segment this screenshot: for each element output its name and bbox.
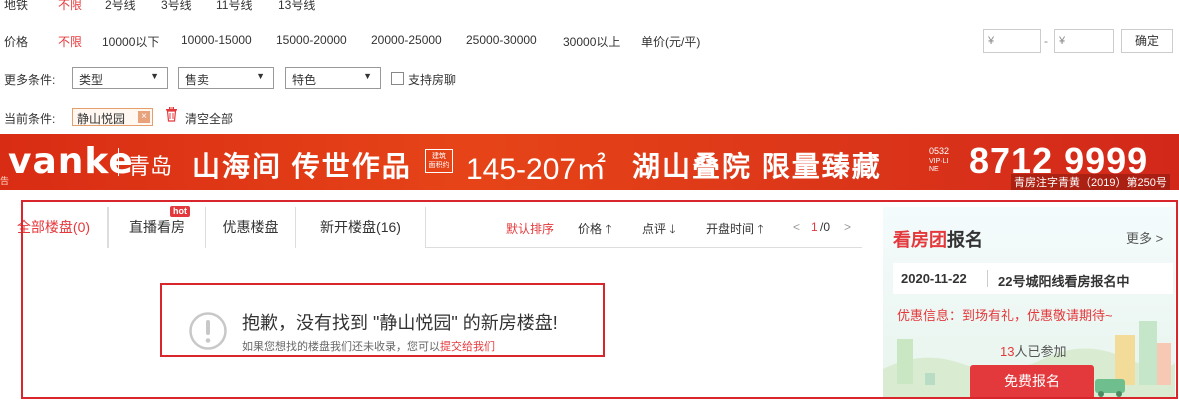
submit-to-us-link[interactable]: 提交给我们 [440,341,495,353]
viewing-group-title-red: 看房团 [893,230,947,250]
sale-status-select[interactable]: 售卖 ▼ [178,67,274,89]
banner-slogan: 湖山叠院 限量臻藏 [632,151,882,182]
close-icon[interactable]: × [138,111,150,123]
joined-count-number: 13 [1000,344,1015,359]
banner-hotline-code: 0532 [929,146,950,156]
current-conditions-label: 当前条件: [4,112,56,126]
subway-option-line13[interactable]: 13号线 [278,0,315,13]
feature-select[interactable]: 特色 ▼ [285,67,381,89]
viewing-group-more-link[interactable]: 更多 > [1126,228,1163,247]
exclamation-circle-icon [188,311,228,354]
subway-option-line2[interactable]: 2号线 [105,0,136,13]
banner-area: 145-207㎡ [466,153,607,186]
price-range-dash: - [1044,34,1048,48]
chevron-down-icon: ▼ [256,71,265,81]
vanke-logo: vanke [8,141,134,182]
empty-result-hint: 如果您想找的楼盘我们还未收录，您可以提交给我们 [242,338,495,354]
condition-tag: 静山悦园 × [72,108,153,126]
price-min-input[interactable]: ¥ [983,29,1041,53]
viewing-group-item[interactable]: 2020-11-22 22号城阳线看房报名中 [893,263,1173,294]
viewing-group-panel: 看房团报名 更多 > 2020-11-22 22号城阳线看房报名中 优惠信息：到… [883,207,1175,397]
chevron-down-icon: ▼ [363,71,372,81]
free-signup-button[interactable]: 免费报名 [970,365,1094,397]
price-option-under-10000[interactable]: 10000以下 [102,33,159,50]
price-option-15000-20000[interactable]: 15000-20000 [276,33,347,47]
trash-icon[interactable] [165,106,178,125]
banner-permit: 青房注字青黄（2019）第250号 [1011,174,1170,190]
empty-result-title: 抱歉，没有找到 "静山悦园" 的新房楼盘! [242,313,558,333]
more-conditions-label: 更多条件: [4,73,56,87]
viewing-group-title: 看房团报名 [893,226,983,252]
viewing-group-title-black: 报名 [947,230,983,250]
chat-support-checkbox[interactable] [391,72,404,85]
viewing-group-divider [987,270,988,287]
price-option-25000-30000[interactable]: 25000-30000 [466,33,537,47]
banner-headline: 山海间 传世作品 [192,151,412,182]
subway-option-line11[interactable]: 11号线 [216,0,252,13]
subway-option-line3[interactable]: 3号线 [161,0,192,13]
chat-support-label: 支持房聊 [408,73,457,87]
price-unit-label: 单价(元/平) [641,35,701,49]
banner-area-badge: 建筑 面积约 [425,149,453,173]
sale-status-select-value: 售卖 [185,73,210,87]
price-option-over-30000[interactable]: 30000以上 [563,33,620,50]
feature-select-value: 特色 [292,73,317,87]
banner-divider [118,148,119,176]
empty-result-hint-text: 如果您想找的楼盘我们还未收录，您可以 [242,341,440,353]
subway-option-any[interactable]: 不限 [58,0,82,13]
price-option-10000-15000[interactable]: 10000-15000 [181,33,252,47]
promo-banner[interactable]: 告 vanke 青岛 山海间 传世作品 建筑 面积约 145-207㎡ 湖山叠院… [0,134,1179,190]
price-label: 价格 [4,35,29,49]
type-select-value: 类型 [79,73,104,87]
banner-city: 青岛 [128,154,173,179]
price-option-any[interactable]: 不限 [58,33,82,50]
viewing-group-route: 22号城阳线看房报名中 [998,274,1130,289]
clear-all-button[interactable]: 清空全部 [185,110,233,127]
joined-count: 13人已参加 [1000,341,1066,360]
viewing-group-date: 2020-11-22 [901,271,967,286]
price-max-input[interactable]: ¥ [1054,29,1114,53]
banner-hotline-label: VIP·LINE [929,158,949,173]
price-option-20000-25000[interactable]: 20000-25000 [371,33,442,47]
condition-tag-text: 静山悦园 [77,112,126,126]
price-confirm-button[interactable]: 确定 [1121,29,1173,53]
type-select[interactable]: 类型 ▼ [72,67,168,89]
chevron-down-icon: ▼ [150,71,159,81]
joined-count-suffix: 人已参加 [1014,344,1067,359]
subway-label: 地铁 [4,0,29,12]
